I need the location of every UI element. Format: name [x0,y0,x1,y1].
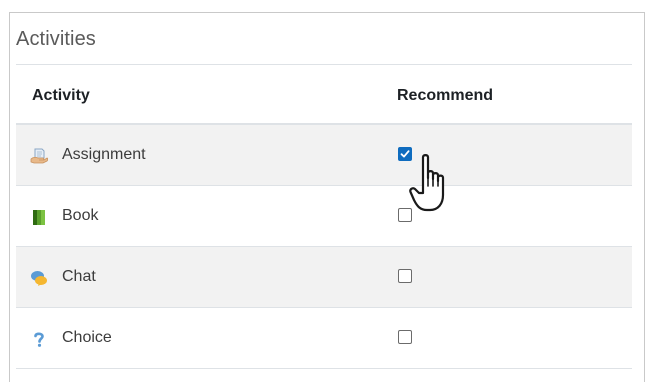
table-row-choice: Choice [16,308,632,369]
panel-title: Activities [16,28,96,50]
assignment-icon [30,147,49,165]
activity-label-book: Book [62,207,99,224]
table-row-book: Book [16,186,632,247]
activity-label-choice: Choice [62,329,112,346]
recommend-checkbox-choice[interactable] [398,330,412,344]
activities-table: Activity Recommend Assignment Book Chat … [16,65,632,369]
column-header-recommend: Recommend [397,87,494,104]
choice-icon [30,330,48,348]
table-row-assignment: Assignment [16,125,632,186]
chat-icon [30,269,48,287]
table-header: Activity Recommend [16,65,632,125]
hand-pointer-cursor-icon [409,154,445,212]
activity-label-chat: Chat [62,268,96,285]
column-header-activity: Activity [32,87,90,104]
table-row-chat: Chat [16,247,632,308]
activities-panel: Activities Activity Recommend Assignment [9,12,645,382]
book-icon [30,208,48,226]
activity-label-assignment: Assignment [62,146,146,163]
recommend-checkbox-chat[interactable] [398,269,412,283]
